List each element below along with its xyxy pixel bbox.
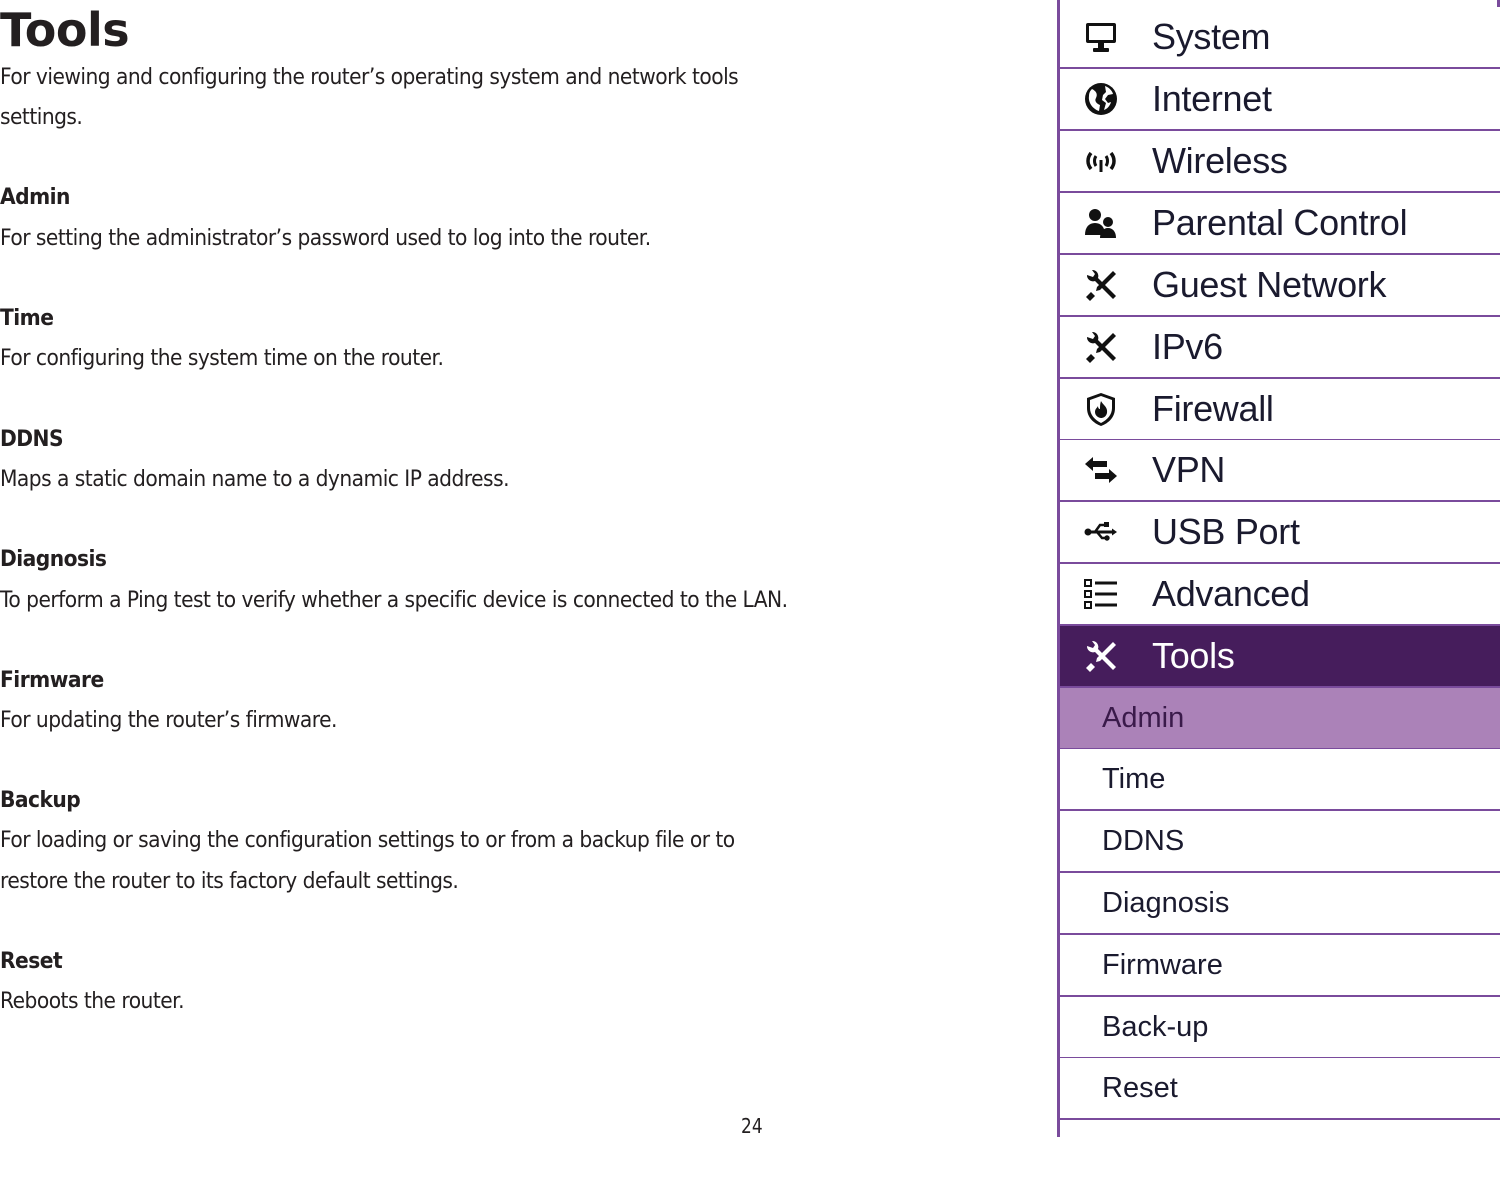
- section-text-backup-1: For loading or saving the configuration …: [0, 827, 735, 853]
- menu-item-internet[interactable]: Internet: [1060, 69, 1500, 131]
- submenu-item-backup[interactable]: Back-up: [1060, 997, 1500, 1059]
- submenu-item-admin[interactable]: Admin: [1060, 688, 1500, 750]
- section-text-admin: For setting the administrator’s password…: [0, 225, 651, 251]
- submenu-item-label: Reset: [1102, 1071, 1178, 1104]
- section-text-firmware: For updating the router’s firmware.: [0, 707, 337, 733]
- router-nav-menu: System Internet Wireless Parental Contro…: [1057, 0, 1500, 1180]
- section-heading-time: Time: [0, 305, 54, 331]
- section-heading-admin: Admin: [0, 184, 70, 210]
- submenu-item-label: Time: [1102, 762, 1166, 795]
- list-icon: [1080, 573, 1122, 615]
- submenu-item-diagnosis[interactable]: Diagnosis: [1060, 873, 1500, 935]
- menu-item-firewall[interactable]: Firewall: [1060, 379, 1500, 441]
- users-icon: [1080, 202, 1122, 244]
- section-heading-reset: Reset: [0, 948, 63, 974]
- section-text-time: For configuring the system time on the r…: [0, 345, 444, 371]
- menu-item-label: IPv6: [1152, 326, 1223, 367]
- submenu-item-label: DDNS: [1102, 824, 1185, 857]
- page-title: Tools: [0, 3, 130, 57]
- submenu-item-firmware[interactable]: Firmware: [1060, 935, 1500, 997]
- intro-line-2: settings.: [0, 104, 83, 130]
- intro-line-1: For viewing and configuring the router’s…: [0, 64, 739, 90]
- section-heading-ddns: DDNS: [0, 426, 64, 452]
- tools-icon: [1080, 635, 1122, 677]
- tools-icon: [1080, 326, 1122, 368]
- section-heading-firmware: Firmware: [0, 667, 104, 693]
- tools-icon: [1080, 264, 1122, 306]
- section-text-reset: Reboots the router.: [0, 988, 185, 1014]
- menu-item-usb-port[interactable]: USB Port: [1060, 502, 1500, 564]
- page-number: 24: [741, 1114, 763, 1138]
- section-heading-backup: Backup: [0, 787, 81, 813]
- menu-item-vpn[interactable]: VPN: [1060, 440, 1500, 502]
- menu-item-ipv6[interactable]: IPv6: [1060, 317, 1500, 379]
- shield-fire-icon: [1080, 388, 1122, 430]
- menu-item-label: VPN: [1152, 449, 1226, 490]
- menu-item-label: Parental Control: [1152, 202, 1408, 243]
- menu-item-label: Internet: [1152, 78, 1272, 119]
- menu-item-tools[interactable]: Tools: [1060, 626, 1500, 688]
- section-text-diagnosis: To perform a Ping test to verify whether…: [0, 587, 788, 613]
- submenu-item-label: Back-up: [1102, 1010, 1209, 1043]
- exchange-arrows-icon: [1080, 449, 1122, 491]
- submenu-item-label: Admin: [1102, 701, 1185, 734]
- menu-item-label: Wireless: [1152, 140, 1288, 181]
- menu-partial-row: [1060, 1120, 1500, 1180]
- menu-item-guest-network[interactable]: Guest Network: [1060, 255, 1500, 317]
- menu-item-parental-control[interactable]: Parental Control: [1060, 193, 1500, 255]
- submenu-item-label: Firmware: [1102, 948, 1223, 981]
- section-heading-diagnosis: Diagnosis: [0, 546, 107, 572]
- section-text-ddns: Maps a static domain name to a dynamic I…: [0, 466, 510, 492]
- menu-item-system[interactable]: System: [1060, 7, 1500, 69]
- submenu-item-time[interactable]: Time: [1060, 749, 1500, 811]
- menu-item-label: Firewall: [1152, 388, 1274, 429]
- menu-item-wireless[interactable]: Wireless: [1060, 131, 1500, 193]
- submenu-item-label: Diagnosis: [1102, 886, 1230, 919]
- monitor-icon: [1080, 16, 1122, 58]
- submenu-item-reset[interactable]: Reset: [1060, 1058, 1500, 1120]
- wireless-signal-icon: [1080, 140, 1122, 182]
- submenu-item-ddns[interactable]: DDNS: [1060, 811, 1500, 873]
- menu-item-label: Tools: [1152, 635, 1235, 676]
- menu-item-label: System: [1152, 16, 1271, 57]
- menu-item-advanced[interactable]: Advanced: [1060, 564, 1500, 626]
- section-text-backup-2: restore the router to its factory defaul…: [0, 868, 459, 894]
- menu-item-label: USB Port: [1152, 511, 1300, 552]
- menu-item-label: Advanced: [1152, 573, 1310, 614]
- usb-icon: [1080, 511, 1122, 553]
- globe-icon: [1080, 78, 1122, 120]
- menu-item-label: Guest Network: [1152, 264, 1387, 305]
